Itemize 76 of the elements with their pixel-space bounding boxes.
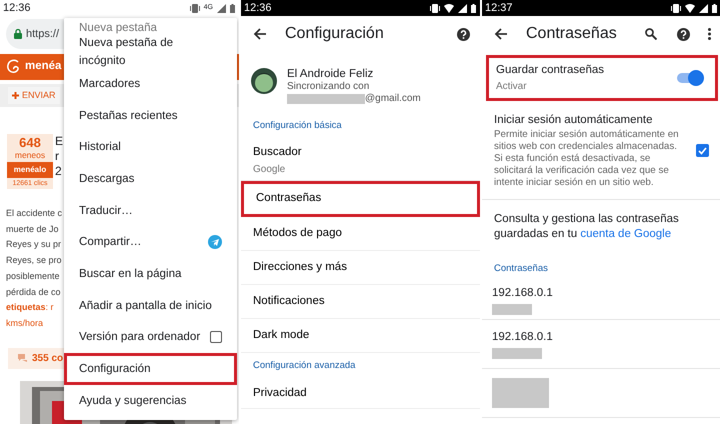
- menu-item[interactable]: Traducir…: [64, 194, 237, 226]
- url-text: https://: [26, 26, 60, 42]
- setting-description: Permite iniciar sesión automáticamente en sitios web con credenciales almacenadas. Si esta función está desactivada, se solicitará la verificación cada vez que se intente iniciar sesión en un sitio web.: [494, 129, 680, 190]
- vote-button[interactable]: menéalo: [7, 162, 53, 178]
- avatar-icon: [251, 68, 277, 94]
- vote-count: 648: [19, 136, 41, 150]
- menu-item[interactable]: Nueva pestaña de incógnito: [64, 36, 237, 68]
- menu-item[interactable]: Pestañas recientes: [64, 99, 237, 132]
- menu-item[interactable]: Versión para ordenador: [64, 321, 237, 353]
- vibrate-icon: [190, 4, 200, 12]
- story-text: posiblemente: [6, 270, 60, 283]
- lock-icon: [14, 29, 22, 39]
- help-icon[interactable]: [677, 28, 690, 40]
- story-text: El accidente c: [6, 207, 62, 220]
- tags-text: kms/hora: [6, 316, 44, 330]
- menu-item[interactable]: Ayuda y sugerencias: [64, 384, 237, 416]
- save-passwords-setting[interactable]: Guardar contraseñas Activar: [486, 55, 718, 101]
- menu-item[interactable]: Configuración: [64, 352, 237, 385]
- menu-item[interactable]: Historial: [64, 131, 237, 163]
- manage-text: Consulta y gestiona las contraseñas guardadas en tu cuenta de Google: [493, 212, 680, 242]
- more-icon[interactable]: [708, 28, 711, 40]
- story-title-fragment[interactable]: E: [55, 134, 64, 149]
- password-entry[interactable]: 192.168.0.1: [482, 280, 720, 320]
- section-header: Configuración básica: [252, 118, 343, 133]
- status-time: 12:37: [485, 0, 513, 16]
- sync-label: Sincronizando con: [287, 81, 370, 93]
- section-header: Contraseñas: [493, 262, 549, 276]
- search-icon[interactable]: [645, 28, 657, 40]
- battery-icon: [712, 4, 717, 12]
- wifi-icon: [444, 4, 454, 12]
- story-title-fragment[interactable]: 2: [55, 164, 64, 179]
- signal-icon: [458, 4, 467, 12]
- story-text: Reyes, se pro: [6, 254, 62, 268]
- menu-item[interactable]: Marcadores: [64, 68, 237, 100]
- mascot-icon: [6, 59, 22, 75]
- menu-item[interactable]: Descargas: [64, 162, 237, 194]
- story-text: muerte de Jo: [6, 222, 59, 236]
- setting-title: Guardar contraseñas: [496, 62, 604, 78]
- story-text: pérdida de co: [6, 286, 61, 299]
- back-icon[interactable]: [253, 28, 267, 40]
- account-name: El Androide Feliz: [287, 68, 374, 81]
- screen-title: Configuración: [285, 24, 385, 44]
- password-entry[interactable]: 192.168.0.1: [482, 320, 720, 370]
- signal-icon: [699, 4, 708, 12]
- vibrate-icon: [671, 4, 681, 12]
- menu-item[interactable]: Buscar en la página: [64, 258, 237, 290]
- vote-label: meneos: [14, 150, 46, 160]
- status-time: 12:36: [244, 0, 272, 16]
- menu-item[interactable]: Añadir a pantalla de inicio: [64, 290, 237, 322]
- vibrate-icon: [430, 4, 440, 12]
- setting-title: Iniciar sesión automáticamente: [494, 113, 654, 128]
- settings-item[interactable]: Contraseñas: [241, 181, 480, 217]
- email-suffix: @gmail.com: [365, 93, 421, 105]
- tags-text: etiquetas: r: [6, 301, 54, 314]
- checkbox[interactable]: [210, 331, 222, 344]
- setting-status: Activar: [496, 80, 528, 94]
- story-title-fragment[interactable]: r: [55, 149, 64, 164]
- menu-item[interactable]: Compartir…: [64, 226, 237, 258]
- menu-item[interactable]: Nueva pestaña: [64, 18, 237, 36]
- status-time: 12:36: [3, 0, 31, 16]
- wifi-icon: [685, 4, 695, 12]
- plus-icon: [12, 92, 19, 99]
- google-account-link[interactable]: cuenta de Google: [580, 228, 672, 240]
- comments-icon: [18, 354, 28, 362]
- back-icon[interactable]: [494, 28, 508, 40]
- help-icon[interactable]: [457, 28, 470, 40]
- story-text: Reyes y su pr: [6, 238, 62, 252]
- screen-title: Contraseñas: [526, 24, 618, 44]
- section-header: Configuración avanzada: [252, 358, 356, 373]
- checkbox[interactable]: [696, 144, 709, 158]
- battery-icon: [471, 4, 476, 12]
- site-logo: menéa: [25, 59, 62, 74]
- telegram-icon: [208, 234, 222, 249]
- toggle-switch[interactable]: [677, 73, 701, 83]
- battery-icon: [230, 4, 235, 12]
- signal-icon: [217, 4, 226, 12]
